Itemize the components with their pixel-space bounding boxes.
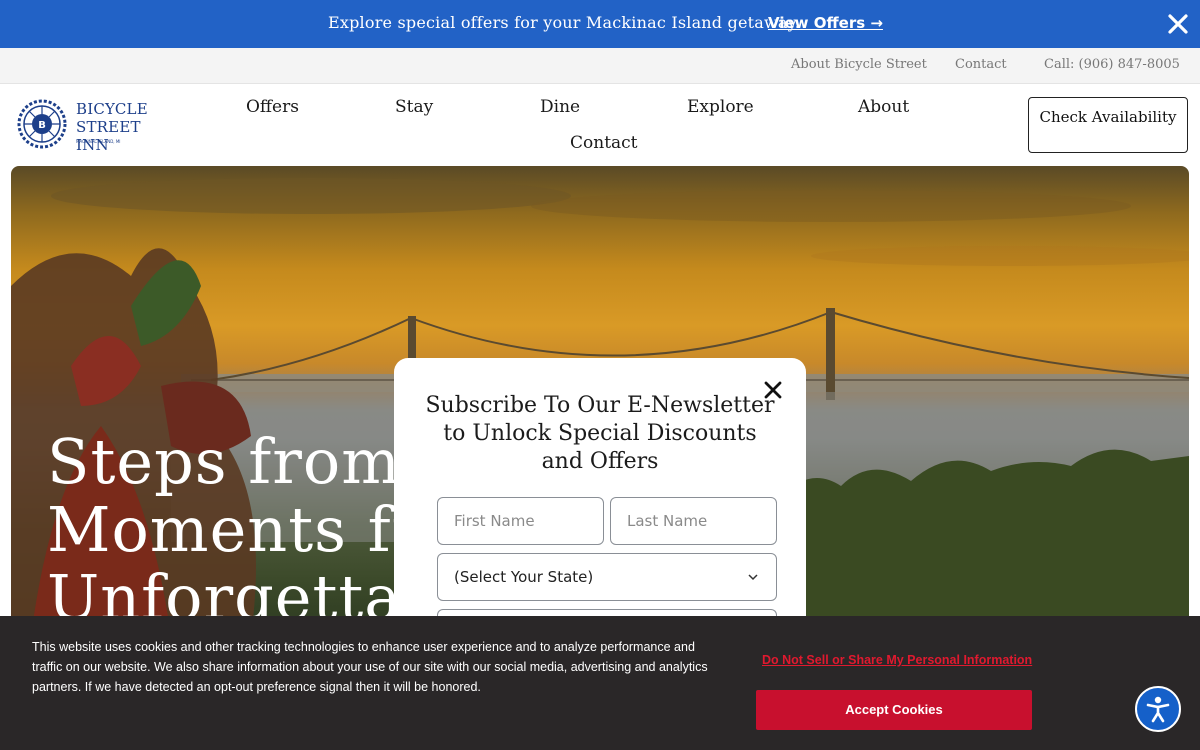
nav-offers[interactable]: Offers: [246, 97, 299, 117]
newsletter-modal: Subscribe To Our E-Newsletter to Unlock …: [394, 358, 806, 658]
svg-text:B: B: [38, 120, 46, 131]
nav-about[interactable]: About: [858, 97, 909, 117]
logo[interactable]: B BICYCLE STREET INN MACKINAC ISLAND, MI: [16, 98, 166, 154]
modal-title: Subscribe To Our E-Newsletter to Unlock …: [425, 393, 775, 474]
state-select-value: (Select Your State): [454, 568, 594, 586]
close-icon[interactable]: [1166, 12, 1190, 36]
logo-line-1: BICYCLE: [76, 100, 148, 118]
view-offers-link[interactable]: View Offers →: [768, 14, 883, 32]
do-not-sell-link[interactable]: Do Not Sell or Share My Personal Informa…: [762, 653, 1032, 667]
first-name-field[interactable]: First Name: [437, 497, 604, 545]
promo-text: Explore special offers for your Mackinac…: [328, 13, 801, 32]
nav-contact[interactable]: Contact: [570, 133, 638, 153]
logo-line-2: STREET INN: [76, 118, 141, 154]
promo-banner: Explore special offers for your Mackinac…: [0, 0, 1200, 48]
check-availability-button[interactable]: Check Availability: [1028, 97, 1188, 153]
bicycle-wheel-logo-icon: B: [17, 99, 67, 149]
hero-line-2: Moments fr: [47, 493, 423, 566]
accessibility-button[interactable]: [1135, 686, 1181, 732]
hero-heading: Steps from Moments fr Unforgettal: [47, 428, 423, 632]
site-header: B BICYCLE STREET INN MACKINAC ISLAND, MI…: [0, 84, 1200, 166]
logo-line-3: MACKINAC ISLAND, MI: [76, 139, 121, 144]
hero-line-1: Steps from: [47, 425, 401, 498]
nav-stay[interactable]: Stay: [395, 97, 433, 117]
accept-cookies-button[interactable]: Accept Cookies: [756, 690, 1032, 730]
cookie-banner: This website uses cookies and other trac…: [0, 616, 1200, 750]
chevron-down-icon: [748, 574, 758, 581]
last-name-field[interactable]: Last Name: [610, 497, 777, 545]
nav-explore[interactable]: Explore: [687, 97, 754, 117]
state-select[interactable]: (Select Your State): [437, 553, 777, 601]
nav-dine[interactable]: Dine: [540, 97, 580, 117]
utility-contact-link[interactable]: Contact: [955, 57, 1007, 72]
phone-link[interactable]: Call: (906) 847-8005: [1044, 57, 1180, 72]
accessibility-icon: [1146, 696, 1170, 723]
utility-bar: About Bicycle Street Contact Call: (906)…: [0, 48, 1200, 84]
about-bicycle-street-link[interactable]: About Bicycle Street: [791, 57, 927, 72]
cookie-text: This website uses cookies and other trac…: [32, 640, 708, 694]
